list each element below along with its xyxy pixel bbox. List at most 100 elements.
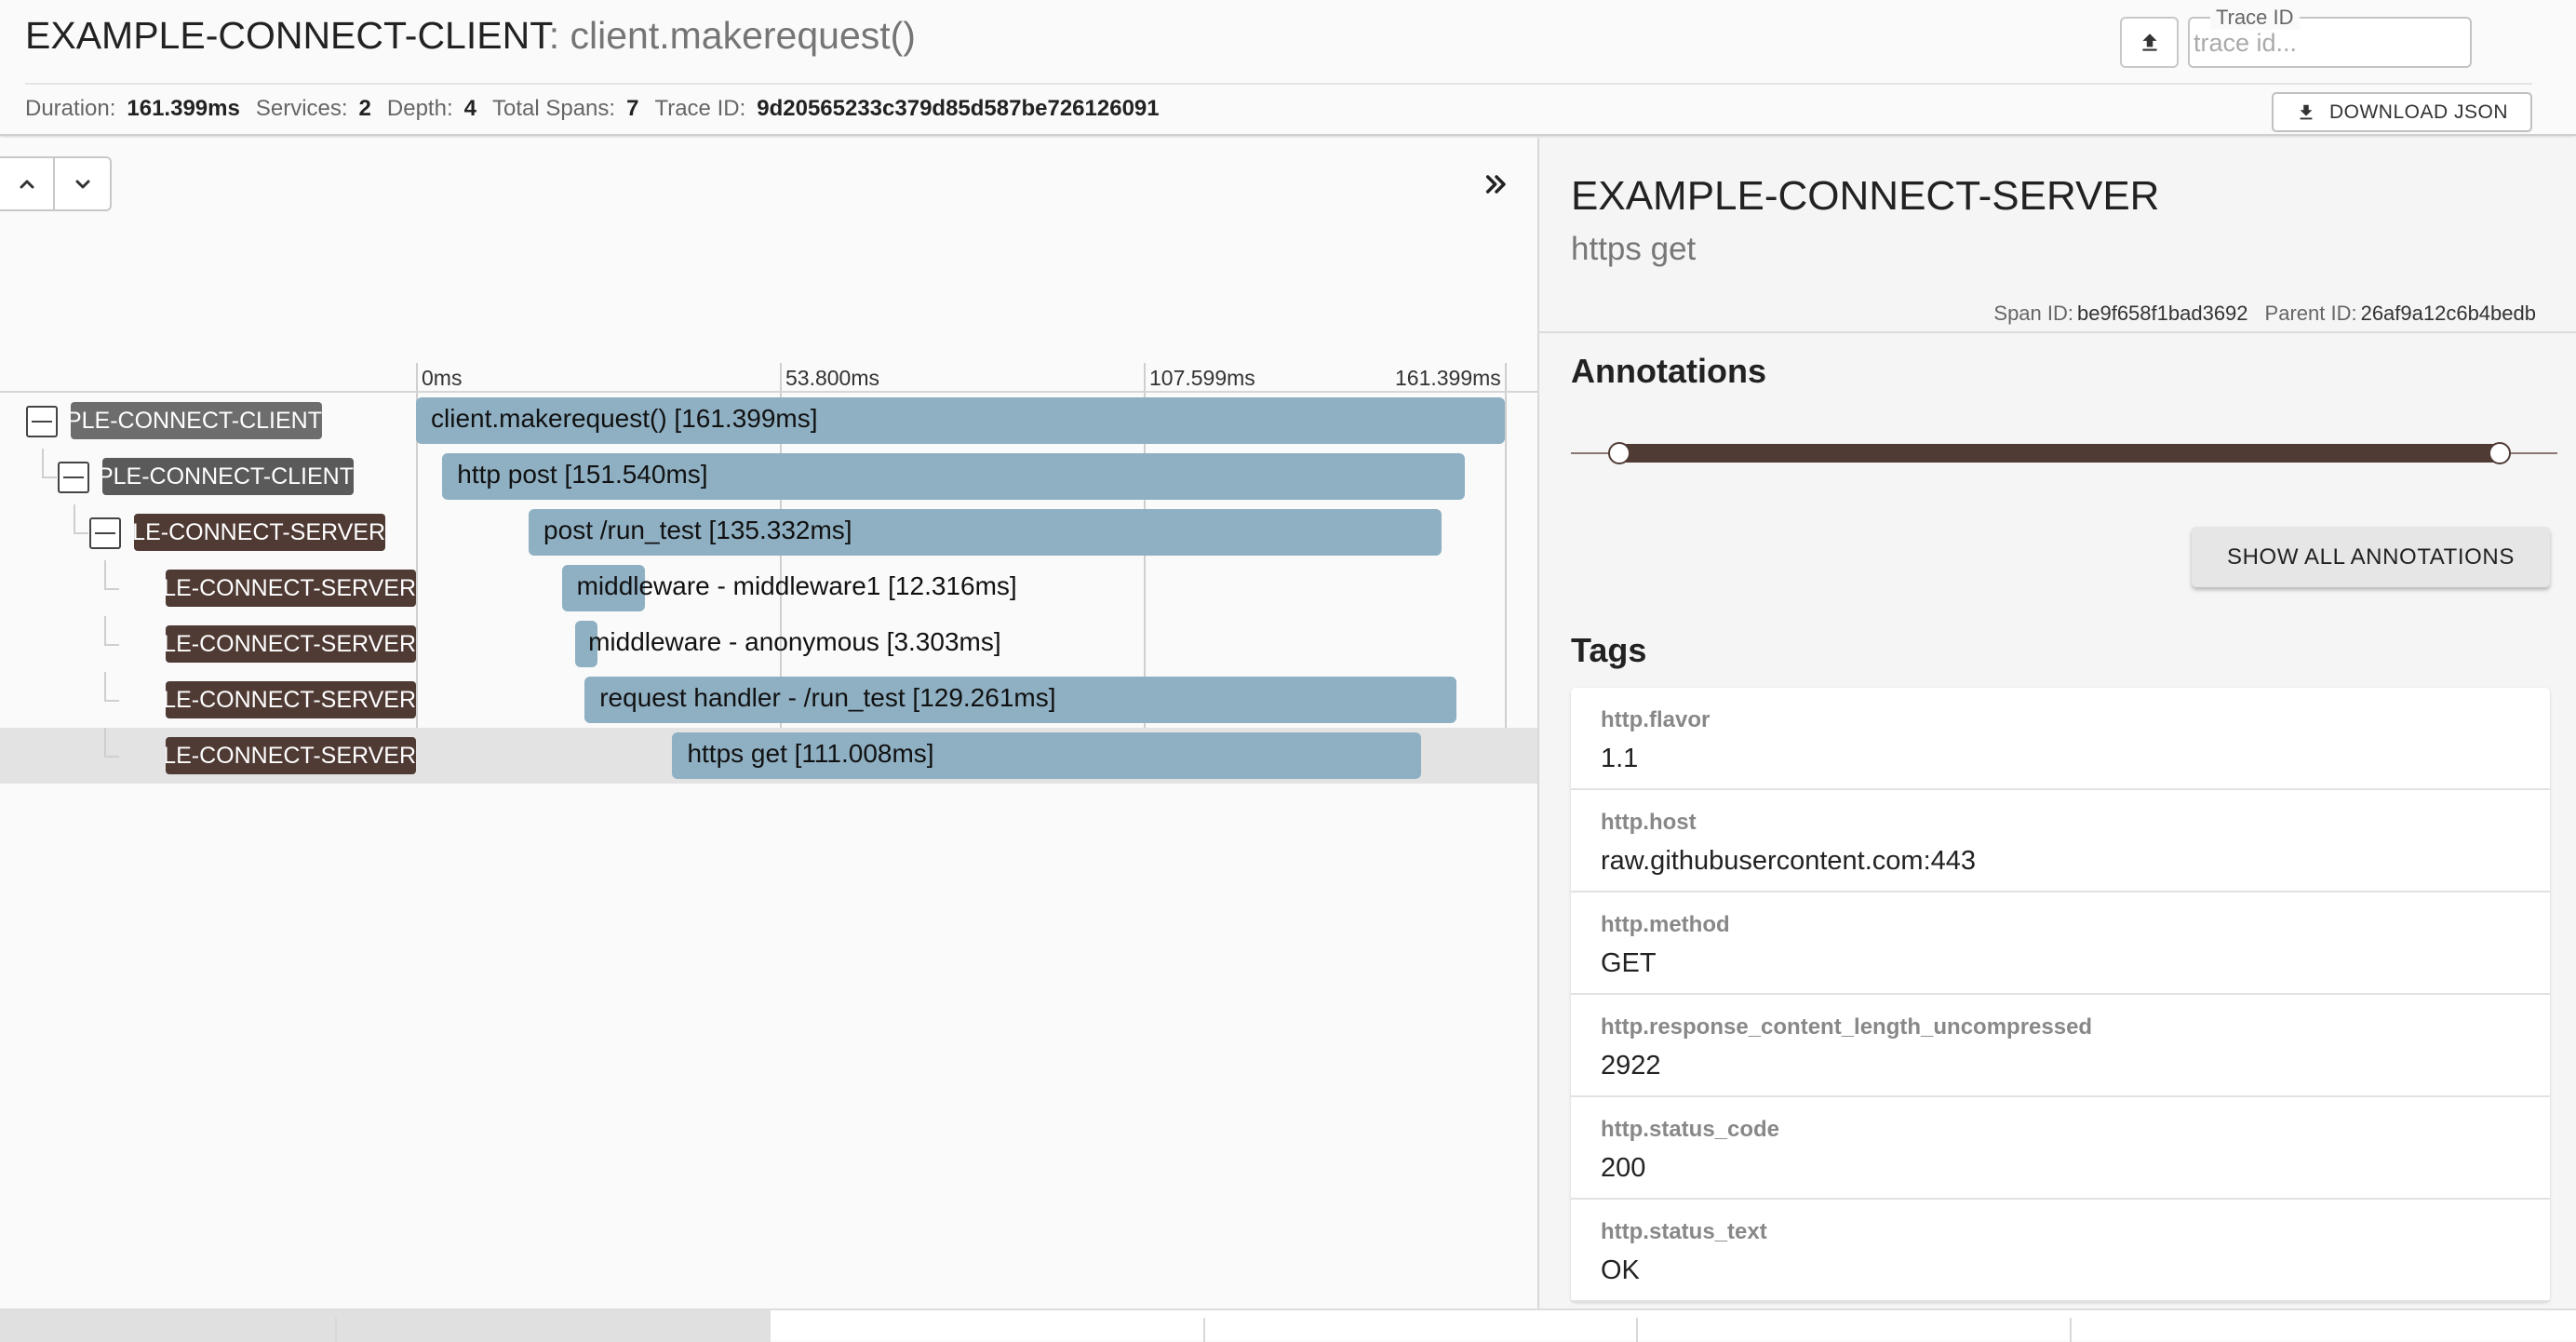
tag-value: OK (1601, 1255, 1640, 1285)
span-row[interactable]: EXAMPLE-CONNECT-SERVER middleware - middl… (0, 560, 1537, 616)
service-badge: EXAMPLE-CONNECT-SERVER (166, 570, 416, 607)
show-all-annotations-button[interactable]: SHOW ALL ANNOTATIONS (2192, 527, 2550, 587)
service-badge-label: EXAMPLE-CONNECT-SERVER (166, 575, 416, 601)
services-label: Services: (255, 96, 348, 121)
time-tick-label: 53.800ms (785, 366, 880, 390)
tree-connector (104, 588, 119, 590)
trace-id-field[interactable]: Trace ID (2188, 6, 2472, 68)
upload-icon (2141, 33, 2157, 51)
tree-connector (104, 644, 119, 646)
page-title: EXAMPLE-CONNECT-CLIENT: client.makereque… (25, 11, 916, 60)
trace-id-input[interactable] (2194, 26, 2463, 60)
tag-key: http.response_content_length_uncompresse… (1601, 1014, 2093, 1040)
tree-connector (104, 560, 106, 588)
span-row[interactable]: EXAMPLE-CONNECT-SERVER https get [111.008… (0, 728, 1537, 784)
span-id: Span ID: be9f658f1bad3692 (1993, 302, 2247, 326)
tag-item: http.method GET (1571, 892, 2550, 995)
title-separator: : (548, 14, 560, 57)
service-badge-label: EXAMPLE-CONNECT-SERVER (166, 687, 416, 713)
timeline: 0ms 53.800ms 107.599ms 161.399ms EXAMPLE-CON… (0, 214, 1537, 791)
next-span-button[interactable] (55, 158, 110, 209)
span-bar-label: http post [151.540ms] (457, 460, 708, 489)
collapse-toggle-icon[interactable] (89, 517, 121, 549)
slider-start-handle[interactable] (1608, 442, 1630, 464)
bottom-strip-scrolled-segment (0, 1310, 771, 1342)
span-bar-label: request handler - /run_test [129.261ms] (599, 683, 1056, 712)
download-json-label: DOWNLOAD JSON (2328, 101, 2508, 123)
slider-end-handle[interactable] (2489, 442, 2511, 464)
download-json-button[interactable]: DOWNLOAD JSON (2272, 92, 2532, 132)
service-badge: EXAMPLE-CONNECT-SERVER (166, 681, 416, 718)
service-badge: EXAMPLE-CONNECT-SERVER (166, 625, 416, 663)
bottom-strip-divider (1203, 1318, 1205, 1342)
tag-key: http.status_code (1601, 1117, 1780, 1142)
span-detail-header: EXAMPLE-CONNECT-SERVER https get Span ID… (1539, 138, 2576, 333)
span-row[interactable]: EXAMPLE-CONNECT-SERVER request handler - … (0, 672, 1537, 728)
span-bar-label: middleware - anonymous [3.303ms] (588, 627, 1001, 656)
depth-label: Depth: (386, 96, 453, 121)
trace-id-stat-label: Trace ID: (654, 96, 746, 121)
service-badge-label: EXAMPLE-CONNECT-SERVER (134, 519, 385, 545)
tag-value: GET (1601, 948, 1657, 978)
collapse-toggle-icon[interactable] (26, 406, 58, 437)
previous-span-button[interactable] (0, 158, 55, 209)
span-row[interactable]: EXAMPLE-CONNECT-CLIENT http post [151.540… (0, 449, 1537, 504)
service-badge: EXAMPLE-CONNECT-CLIENT (71, 402, 322, 439)
depth-value: 4 (463, 96, 476, 121)
span-detail-pane: EXAMPLE-CONNECT-SERVER https get Span ID… (1537, 138, 2576, 1308)
service-badge-label: EXAMPLE-CONNECT-CLIENT (71, 408, 322, 434)
span-bar-label: middleware - middleware1 [12.316ms] (576, 571, 1017, 600)
tag-value: 200 (1601, 1153, 1646, 1183)
service-badge-label: EXAMPLE-CONNECT-CLIENT (102, 463, 354, 490)
bottom-strip-divider (1636, 1318, 1638, 1342)
span-row[interactable]: EXAMPLE-CONNECT-SERVER post /run_test [13… (0, 504, 1537, 560)
parent-id-value: 26af9a12c6b4bedb (2360, 302, 2536, 325)
span-ids: Span ID: be9f658f1bad3692 Parent ID: 26af9… (1993, 302, 2536, 326)
span-id-value: be9f658f1bad3692 (2077, 302, 2248, 325)
span-row[interactable]: EXAMPLE-CONNECT-SERVER middleware - anony… (0, 616, 1537, 672)
span-bar-label: post /run_test [135.332ms] (543, 516, 852, 544)
time-tick-label: 0ms (422, 366, 463, 390)
span-navigation (0, 156, 112, 211)
total-spans-label: Total Spans: (491, 96, 616, 121)
collapse-toggle-icon[interactable] (58, 462, 89, 493)
span-row[interactable]: EXAMPLE-CONNECT-CLIENT client.makerequest… (0, 393, 1537, 449)
trace-stats: Duration: 161.399ms Services: 2 Depth: 4… (25, 94, 1175, 124)
tree-connector (104, 700, 119, 702)
tree-connector (42, 449, 44, 476)
service-badge: EXAMPLE-CONNECT-SERVER (166, 737, 416, 774)
annotations-slider[interactable] (1571, 439, 2557, 467)
trace-id-stat-value: 9d20565233c379d85d587be726126091 (757, 96, 1160, 121)
trace-header: EXAMPLE-CONNECT-CLIENT: client.makereque… (0, 0, 2576, 136)
tag-item: http.response_content_length_uncompresse… (1571, 995, 2550, 1097)
slider-track (1619, 444, 2500, 463)
bottom-scroll-strip (0, 1308, 2576, 1342)
tags-list: http.flavor 1.1 http.host raw.githubusercon… (1571, 688, 2550, 1302)
chevron-down-icon (75, 180, 89, 188)
parent-id: Parent ID: 26af9a12c6b4bedb (2265, 302, 2536, 326)
upload-button[interactable] (2120, 17, 2179, 68)
service-badge-label: EXAMPLE-CONNECT-SERVER (166, 631, 416, 657)
services-value: 2 (358, 96, 371, 121)
tag-value: 2922 (1601, 1051, 1661, 1080)
tag-key: http.method (1601, 912, 1730, 937)
tree-connector (104, 616, 106, 644)
bottom-strip-divider (335, 1318, 337, 1342)
parent-id-label: Parent ID: (2264, 302, 2357, 325)
span-bar-label: client.makerequest() [161.399ms] (431, 404, 818, 433)
span-bar-label: https get [111.008ms] (687, 739, 934, 768)
root-span-name: client.makerequest() (570, 14, 916, 57)
duration-value: 161.399ms (127, 96, 240, 121)
tree-connector (74, 532, 88, 534)
detail-service-name: EXAMPLE-CONNECT-SERVER (1571, 173, 2160, 219)
tree-connector (104, 756, 119, 758)
root-service-name: EXAMPLE-CONNECT-CLIENT (25, 14, 549, 57)
tags-title: Tags (1571, 631, 1647, 669)
duration-label: Duration: (25, 96, 116, 121)
tag-value: 1.1 (1601, 744, 1639, 773)
tree-connector (104, 672, 106, 700)
download-icon (2300, 104, 2313, 119)
tag-value: raw.githubusercontent.com:443 (1601, 846, 1977, 876)
time-tick-label: 161.399ms (1395, 366, 1501, 390)
expand-timeline-button[interactable] (1478, 166, 1515, 203)
